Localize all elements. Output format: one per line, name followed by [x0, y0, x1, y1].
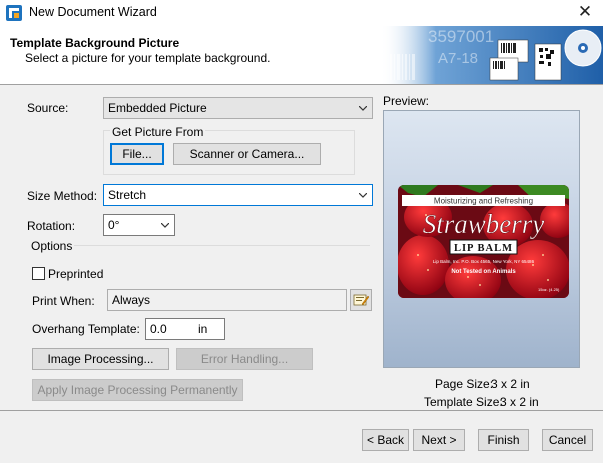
apply-processing-permanently-button[interactable]: Apply Image Processing Permanently [32, 379, 243, 401]
rotation-dropdown[interactable]: 0° [103, 214, 175, 236]
banner-text-2: A7-18 [438, 50, 478, 67]
overhang-label: Overhang Template: [32, 322, 140, 336]
preprinted-label[interactable]: Preprinted [48, 267, 103, 281]
label-address-text: Lip Balm, Inc. P.O. Box 4565, New York, … [433, 259, 535, 264]
cancel-button[interactable]: Cancel [542, 429, 593, 451]
edit-condition-button[interactable] [350, 289, 372, 311]
print-when-field[interactable]: Always [107, 289, 347, 311]
preview-label: Preview: [383, 94, 430, 108]
page-subtitle: Select a picture for your template backg… [25, 51, 271, 65]
error-handling-button[interactable]: Error Handling... [176, 348, 313, 370]
rotation-value: 0° [108, 218, 120, 232]
label-brand-text: Strawberry [423, 209, 545, 239]
overhang-value: 0.0 [150, 322, 167, 336]
label-top-text: Moisturizing and Refreshing [434, 197, 533, 206]
chevron-down-icon [359, 106, 367, 111]
preview-image: Moisturizing and Refreshing Strawberry L… [398, 185, 569, 298]
size-method-value: Stretch [108, 188, 147, 202]
banner-text-1: 3597001 [428, 27, 494, 46]
template-size-value: 3 x 2 in [500, 395, 539, 409]
chevron-down-icon [359, 193, 367, 198]
page-title: Template Background Picture [10, 36, 180, 50]
overhang-unit: in [198, 322, 208, 336]
size-method-dropdown[interactable]: Stretch [103, 184, 373, 206]
strawberry-label-image: Moisturizing and Refreshing Strawberry L… [398, 185, 569, 298]
preprinted-checkbox[interactable] [32, 267, 45, 280]
footer-divider [0, 410, 603, 411]
edit-icon [353, 294, 370, 306]
size-method-label: Size Method: [27, 189, 98, 203]
image-processing-button[interactable]: Image Processing... [32, 348, 169, 370]
page-size-label: Page Size: [435, 377, 494, 391]
scanner-camera-button[interactable]: Scanner or Camera... [173, 143, 321, 165]
chevron-down-icon [161, 223, 169, 228]
source-value: Embedded Picture [108, 101, 207, 115]
barcode-banner-icon: 3597001 A7-18 [380, 26, 603, 84]
wizard-header: Template Background Picture Select a pic… [0, 26, 603, 84]
rotation-label: Rotation: [27, 219, 76, 233]
back-button[interactable]: < Back [362, 429, 409, 451]
source-dropdown[interactable]: Embedded Picture [103, 97, 373, 119]
header-divider [0, 84, 603, 85]
print-when-label: Print When: [32, 294, 95, 308]
options-label: Options [31, 239, 73, 253]
page-size-value: 3 x 2 in [491, 377, 530, 391]
label-size-text: 15oz. (4.25) [538, 287, 560, 292]
app-logo-icon [6, 5, 22, 21]
label-tagline-text: Not Tested on Animals [451, 269, 516, 275]
options-divider [74, 245, 370, 246]
file-button[interactable]: File... [110, 143, 164, 165]
finish-button[interactable]: Finish [478, 429, 529, 451]
get-picture-label: Get Picture From [110, 125, 206, 139]
source-label: Source: [27, 101, 69, 115]
window-title: New Document Wizard [29, 5, 157, 19]
close-icon[interactable]: ✕ [575, 2, 595, 22]
label-product-text: LIP BALM [454, 243, 513, 254]
next-button[interactable]: Next > [413, 429, 465, 451]
overhang-input[interactable]: 0.0 in [145, 318, 225, 340]
template-size-label: Template Size: [424, 395, 503, 409]
